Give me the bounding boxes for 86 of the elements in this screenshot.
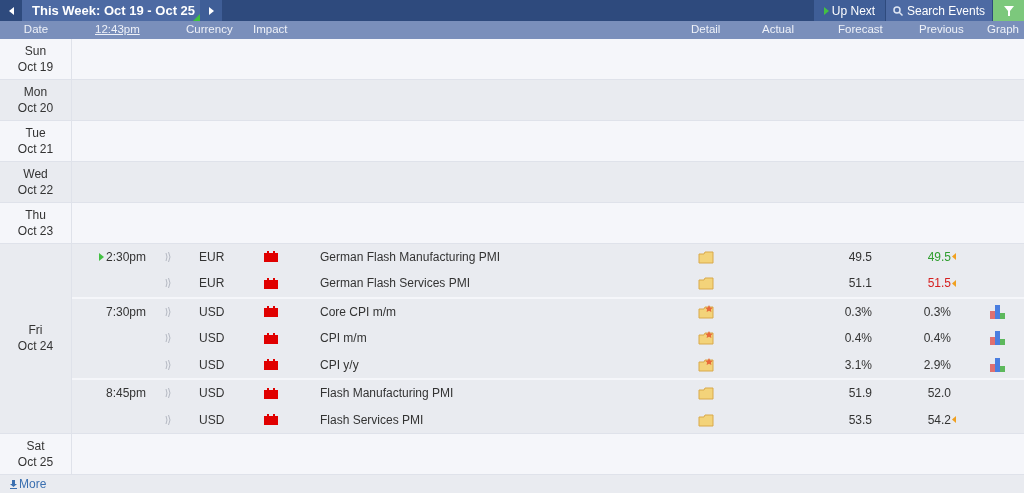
day-date: Oct 22 <box>17 181 54 198</box>
forecast-cell-text: 51.1 <box>847 275 872 293</box>
previous-cell-text: 2.9% <box>923 356 951 374</box>
folder-icon[interactable] <box>698 249 714 264</box>
event-name[interactable]: Flash Manufacturing PMI <box>320 384 698 403</box>
filter-button[interactable] <box>993 0 1024 22</box>
folder-icon[interactable] <box>698 386 714 401</box>
corner-icon <box>193 14 200 22</box>
event-name[interactable]: German Flash Services PMI <box>320 274 698 293</box>
day-date: Oct 21 <box>17 140 54 157</box>
revised-marker-icon[interactable] <box>952 253 956 261</box>
day-date: Oct 23 <box>17 222 54 239</box>
sound-icon[interactable] <box>165 278 171 289</box>
bar-chart-icon[interactable] <box>990 304 1006 319</box>
starred-folder-icon[interactable] <box>698 331 714 346</box>
currency-cell-text: USD <box>198 411 226 429</box>
column-header: Actual <box>762 22 795 38</box>
forecast-cell-text: 53.5 <box>847 411 872 429</box>
sound-icon[interactable] <box>165 414 171 425</box>
currency-cell-text: USD <box>198 356 226 374</box>
event-time: 2:30pm <box>105 248 146 266</box>
currency-cell-text: EUR <box>198 275 226 293</box>
currency-cell-text: USD <box>198 330 226 348</box>
previous-cell-text: 54.2 <box>927 411 951 429</box>
day-date: Oct 24 <box>17 338 54 355</box>
event-name[interactable]: Flash Services PMI <box>320 410 698 429</box>
revised-marker-icon[interactable] <box>952 279 956 287</box>
forecast-cell-text: 0.3% <box>843 303 872 321</box>
starred-folder-icon[interactable] <box>698 304 714 319</box>
currency-cell-text: USD <box>198 303 226 321</box>
day-name: Sat <box>26 438 45 454</box>
search-events-button[interactable]: Search Events <box>886 0 992 22</box>
left-arrow-icon <box>8 6 14 15</box>
column-header: Date <box>22 22 50 38</box>
folder-icon[interactable] <box>698 276 714 291</box>
sound-icon[interactable] <box>165 333 171 344</box>
column-header: Graph <box>987 22 1019 38</box>
previous-cell-text: 49.5 <box>927 248 951 266</box>
day-date: Oct 19 <box>17 58 54 75</box>
event-name[interactable]: Core CPI m/m <box>320 302 698 321</box>
day-name: Sun <box>24 42 47 59</box>
download-arrow-icon <box>10 479 17 489</box>
currency-cell-text: USD <box>198 385 226 403</box>
sound-icon[interactable] <box>165 306 171 317</box>
right-arrow-icon <box>208 6 214 15</box>
more-link[interactable]: More <box>10 475 47 493</box>
column-header: Detail <box>691 22 722 38</box>
bar-chart-icon[interactable] <box>990 331 1006 346</box>
currency-cell-text: EUR <box>198 248 226 266</box>
day-name: Tue <box>25 124 46 141</box>
event-time: 7:30pm <box>105 303 146 321</box>
event-time: 8:45pm <box>105 385 146 403</box>
search-icon <box>892 5 903 16</box>
day-name: Mon <box>23 83 48 100</box>
column-header: Forecast <box>838 22 884 38</box>
sound-icon[interactable] <box>165 359 171 370</box>
sound-icon[interactable] <box>165 388 171 399</box>
bar-chart-icon[interactable] <box>990 357 1006 372</box>
column-header: Impact <box>253 22 289 38</box>
next-week-button[interactable] <box>200 0 222 22</box>
forecast-cell-text: 0.4% <box>843 330 872 348</box>
event-name[interactable]: CPI y/y <box>320 355 698 374</box>
play-icon <box>823 6 829 15</box>
previous-cell-text: 52.0 <box>927 385 951 403</box>
up-next-button[interactable]: Up Next <box>814 0 885 22</box>
folder-icon[interactable] <box>698 412 714 427</box>
day-date: Oct 20 <box>17 99 54 116</box>
column-header: Currency <box>186 22 234 38</box>
forecast-cell-text: 3.1% <box>843 356 872 374</box>
sound-icon[interactable] <box>165 251 171 262</box>
previous-cell-text: 0.4% <box>923 330 951 348</box>
day-date: Oct 25 <box>17 454 54 470</box>
event-name[interactable]: CPI m/m <box>320 329 698 348</box>
forecast-cell-text: 49.5 <box>847 248 872 266</box>
previous-cell-text: 51.5 <box>927 275 951 293</box>
revised-marker-icon[interactable] <box>952 416 956 424</box>
day-name: Fri <box>28 322 43 339</box>
week-title-tab[interactable]: This Week: Oct 19 - Oct 25 <box>22 0 200 22</box>
filter-icon <box>1003 5 1014 16</box>
column-header: Previous <box>919 22 965 38</box>
day-name: Wed <box>23 165 48 182</box>
forecast-cell-text: 51.9 <box>847 385 872 403</box>
previous-cell-text: 0.3% <box>923 303 951 321</box>
day-name: Thu <box>25 206 46 223</box>
starred-folder-icon[interactable] <box>698 357 714 372</box>
event-name[interactable]: German Flash Manufacturing PMI <box>320 247 698 266</box>
